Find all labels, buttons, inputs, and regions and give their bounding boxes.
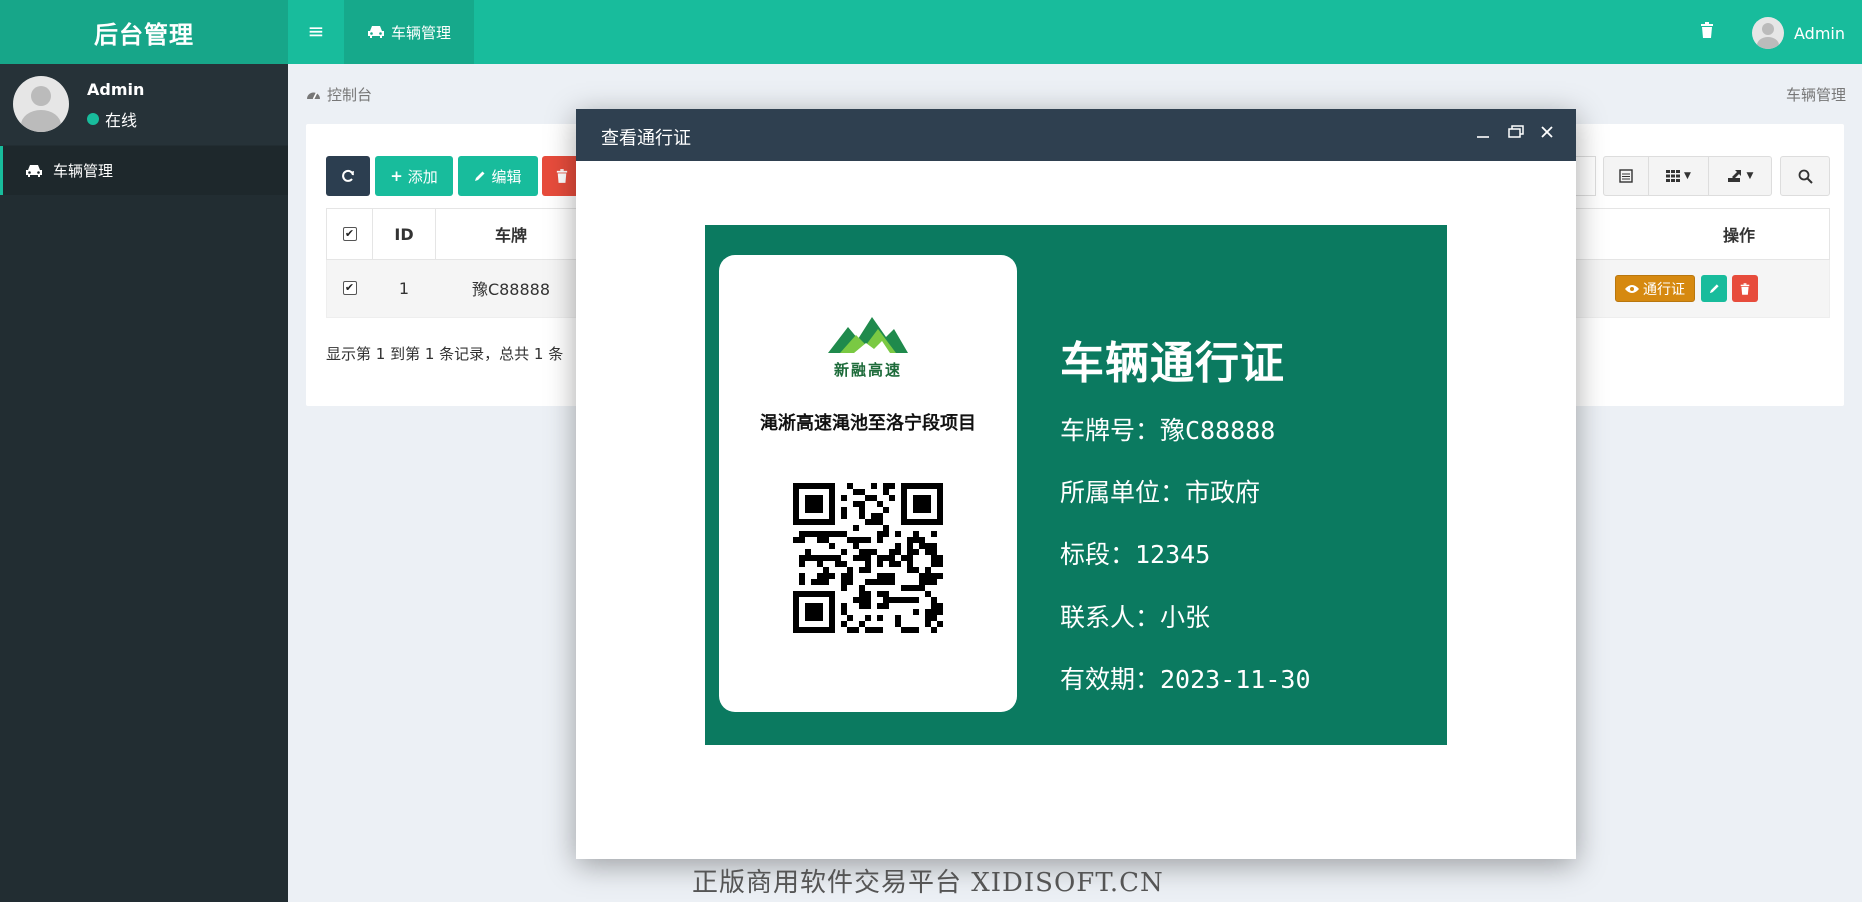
column-header-id[interactable]: ID [373, 209, 435, 259]
clear-cache-icon[interactable] [1700, 22, 1718, 40]
pass-contact-line: 联系人：小张 [1060, 603, 1211, 632]
list-icon [1619, 169, 1633, 183]
caret-down-icon: ▼ [1684, 171, 1691, 181]
user-name: Admin [1794, 23, 1845, 43]
dashboard-icon [307, 92, 320, 100]
breadcrumb-current: 车辆管理 [1785, 86, 1846, 104]
checkbox-checked-icon: ✔ [342, 227, 357, 241]
breadcrumb-home[interactable]: 控制台 [327, 84, 372, 105]
mountain-logo-icon [828, 317, 908, 353]
top-navbar: 后台管理 ≡ 车辆管理 Admin [0, 0, 1862, 64]
trash-icon [1740, 282, 1750, 295]
edit-label: 编辑 [491, 167, 522, 186]
columns-button[interactable]: ▼ [1649, 157, 1709, 195]
avatar [13, 76, 69, 132]
search-button[interactable] [1780, 156, 1830, 196]
column-header-plate[interactable]: 车牌 [436, 209, 586, 259]
pass-heading: 车辆通行证 [1060, 338, 1285, 389]
pass-unit-line: 所属单位：市政府 [1060, 478, 1261, 507]
pass-section-line: 标段：12345 [1060, 540, 1211, 569]
toggle-view-button[interactable] [1604, 157, 1649, 195]
minimize-icon[interactable] [1476, 125, 1494, 143]
pencil-icon [1709, 284, 1719, 294]
pass-card: 新融高速 渑淅高速渑池至洛宁段项目 [719, 255, 1017, 712]
breadcrumb: 控制台 [306, 84, 372, 105]
row-delete-button[interactable] [1732, 275, 1758, 302]
checkbox-checked-icon: ✔ [342, 281, 357, 295]
status-dot-icon [87, 113, 99, 125]
grid-icon [1666, 170, 1681, 182]
export-button[interactable]: ▼ [1709, 157, 1771, 195]
car-icon [367, 26, 384, 38]
eye-icon [1625, 284, 1639, 293]
pagination-summary: 显示第 1 到第 1 条记录，总共 1 条 [326, 345, 564, 363]
pencil-icon [475, 171, 485, 181]
row-checkbox[interactable]: ✔ [327, 260, 372, 316]
view-pass-button[interactable]: 通行证 [1615, 275, 1695, 302]
plus-icon: + [390, 167, 403, 185]
sidebar: Admin 在线 车辆管理 [0, 64, 288, 902]
sidebar-item-vehicle-management[interactable]: 车辆管理 [0, 146, 288, 195]
menu-toggle-icon[interactable]: ≡ [305, 20, 327, 42]
close-icon[interactable] [1540, 125, 1558, 143]
row-edit-button[interactable] [1701, 275, 1727, 302]
modal-header[interactable]: 查看通行证 [576, 109, 1576, 161]
vehicle-pass-image: 新融高速 渑淅高速渑池至洛宁段项目 车辆通行证 车牌号：豫C88888 所属单位… [705, 225, 1447, 745]
pass-logo-text: 新融高速 [833, 361, 902, 379]
search-icon [1798, 169, 1813, 184]
row-plate: 豫C88888 [471, 280, 551, 299]
refresh-icon [342, 169, 354, 182]
pass-modal: 查看通行证 新融高速 渑淅高速渑池至洛宁段项目 车辆通行证 车牌号：豫C8888… [576, 109, 1576, 859]
view-pass-label: 通行证 [1643, 281, 1685, 298]
table-tools: ▼ ▼ [1603, 156, 1772, 196]
pass-project-name: 渑淅高速渑池至洛宁段项目 [760, 413, 976, 434]
modal-title: 查看通行证 [601, 128, 691, 149]
trash-icon [556, 169, 568, 183]
add-button[interactable]: + 添加 [375, 156, 453, 196]
status-text: 在线 [105, 111, 138, 130]
export-icon [1727, 170, 1741, 182]
car-icon [26, 164, 42, 177]
sidebar-user-name: Admin [87, 80, 145, 99]
row-id: 1 [398, 278, 410, 298]
avatar [1752, 17, 1784, 49]
add-label: 添加 [407, 167, 438, 186]
select-all-checkbox[interactable]: ✔ [327, 209, 372, 259]
user-panel: Admin 在线 [0, 64, 288, 145]
user-menu[interactable]: Admin [1752, 17, 1845, 49]
sidebar-item-label: 车辆管理 [53, 162, 114, 180]
tab-vehicle-management[interactable]: 车辆管理 [344, 0, 474, 64]
app-logo[interactable]: 后台管理 [0, 0, 288, 64]
edit-button[interactable]: 编辑 [458, 156, 538, 196]
pass-plate-line: 车牌号：豫C88888 [1060, 416, 1276, 445]
watermark-text: 正版商用软件交易平台 XIDISOFT.CN [692, 868, 1164, 898]
online-status: 在线 [87, 107, 137, 131]
tab-label: 车辆管理 [390, 23, 451, 42]
qr-code-icon [793, 483, 943, 633]
pass-valid-line: 有效期：2023-11-30 [1060, 665, 1311, 694]
maximize-icon[interactable] [1508, 125, 1526, 143]
column-header-actions: 操作 [1722, 226, 1755, 245]
caret-down-icon: ▼ [1746, 171, 1754, 181]
refresh-button[interactable] [326, 156, 370, 196]
